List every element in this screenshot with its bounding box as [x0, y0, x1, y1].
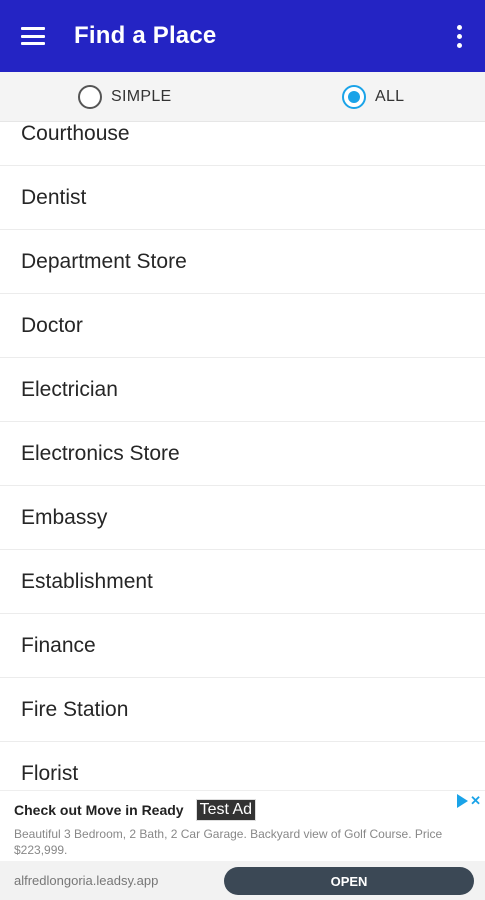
radio-simple[interactable]: SIMPLE — [78, 72, 172, 122]
page-title: Find a Place — [74, 22, 217, 49]
list-item[interactable]: Courthouse — [0, 122, 485, 166]
ad-url: alfredlongoria.leadsy.app — [14, 873, 159, 888]
place-type-list[interactable]: Courthouse Dentist Department Store Doct… — [0, 122, 485, 790]
filter-bar: SIMPLE ALL — [0, 72, 485, 122]
list-item[interactable]: Finance — [0, 614, 485, 678]
open-button[interactable]: OPEN — [224, 867, 474, 895]
radio-all-label: ALL — [375, 88, 405, 105]
ad-banner[interactable]: Check out Move in Ready Test Ad ✕ Beauti… — [0, 790, 485, 900]
list-item[interactable]: Florist — [0, 742, 485, 790]
ad-description: Beautiful 3 Bedroom, 2 Bath, 2 Car Garag… — [14, 827, 443, 857]
list-item[interactable]: Fire Station — [0, 678, 485, 742]
app-bar: Find a Place — [0, 0, 485, 72]
radio-unchecked-icon — [78, 85, 102, 109]
ad-title[interactable]: Check out Move in Ready — [14, 802, 184, 818]
list-item[interactable]: Department Store — [0, 230, 485, 294]
menu-icon — [21, 27, 45, 45]
list-item[interactable]: Establishment — [0, 550, 485, 614]
test-ad-badge: Test Ad — [195, 799, 257, 821]
more-options-button[interactable] — [441, 0, 477, 72]
more-vert-icon — [456, 24, 462, 30]
list-item[interactable]: Electronics Store — [0, 422, 485, 486]
adchoices-icon[interactable]: ✕ — [457, 793, 481, 809]
list-item[interactable]: Electrician — [0, 358, 485, 422]
radio-checked-icon — [342, 85, 366, 109]
list-item[interactable]: Embassy — [0, 486, 485, 550]
list-item[interactable]: Dentist — [0, 166, 485, 230]
list-item[interactable]: Doctor — [0, 294, 485, 358]
radio-all[interactable]: ALL — [342, 72, 404, 122]
menu-button[interactable] — [0, 0, 66, 72]
radio-simple-label: SIMPLE — [111, 88, 172, 105]
